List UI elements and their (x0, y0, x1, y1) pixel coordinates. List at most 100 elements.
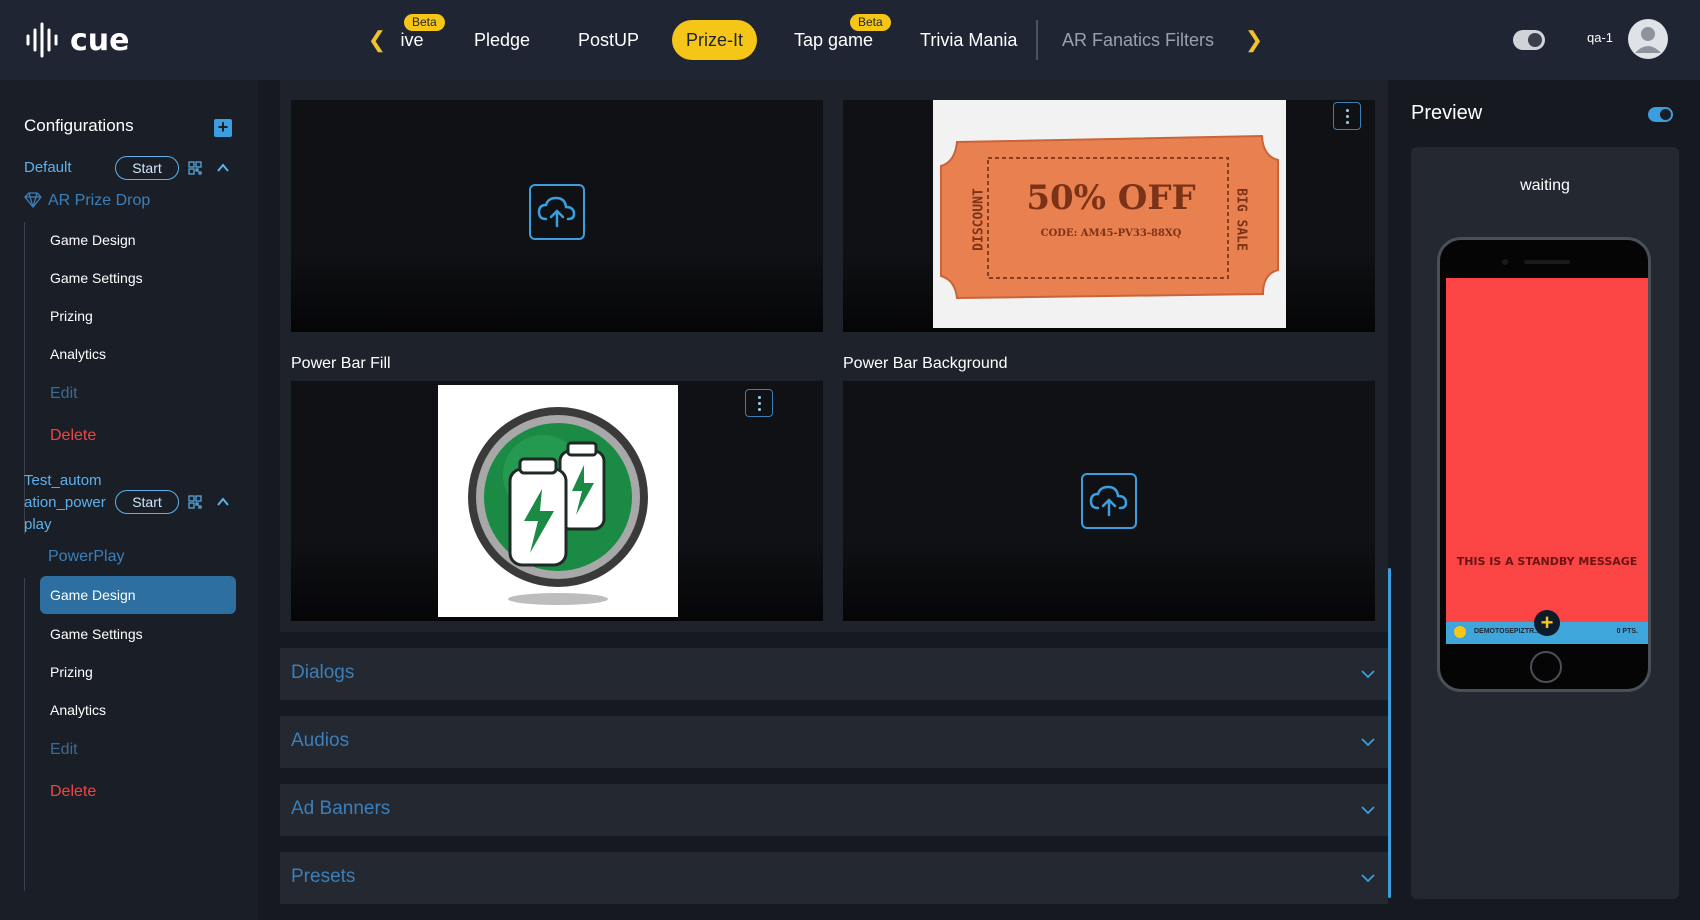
plus-icon: + (1534, 610, 1560, 636)
user-name: qa-1 (1587, 30, 1614, 45)
phone-screen: THIS IS A STANDBY MESSAGE DEMOTOSEPIZTR.… (1446, 278, 1648, 644)
accordion-label: Presets (291, 866, 356, 887)
sidebar-item-game-design-selected[interactable]: Game Design (40, 576, 236, 614)
preview-toggle[interactable] (1648, 107, 1673, 122)
coupon-headline: 50% OFF (1026, 178, 1196, 218)
image-upload-card[interactable] (291, 100, 823, 332)
field-label-power-bar-background: Power Bar Background (843, 355, 1008, 372)
nav-divider (1036, 20, 1038, 60)
beta-badge: Beta (404, 14, 445, 31)
sidebar-item-game-design[interactable]: Game Design (50, 232, 136, 248)
qr-code-icon[interactable] (188, 161, 202, 175)
accordion-label: Dialogs (291, 662, 355, 683)
config-name-line: ation_power (24, 494, 106, 511)
sidebar-item-delete[interactable]: Delete (50, 427, 96, 445)
battery-energy-graphic (468, 407, 648, 605)
phone-home-button (1530, 651, 1562, 683)
sidebar-item-edit[interactable]: Edit (50, 741, 78, 759)
sidebar-item-game-settings[interactable]: Game Settings (50, 270, 143, 286)
tab-tap-game[interactable]: Tap game Beta (794, 14, 891, 60)
upload-button[interactable] (529, 184, 585, 240)
phone-speaker (1524, 260, 1570, 264)
preview-status: waiting (1520, 177, 1570, 194)
sidebar-item-delete[interactable]: Delete (50, 783, 96, 801)
theme-toggle[interactable] (1513, 30, 1545, 50)
configurations-title: Configurations (24, 116, 134, 135)
chevron-up-icon[interactable] (216, 495, 230, 509)
start-button[interactable]: Start (115, 490, 179, 514)
accordion-presets[interactable]: Presets (280, 852, 1388, 904)
card-gradient (291, 252, 823, 332)
qr-code-icon[interactable] (188, 495, 202, 509)
tab-ar-fanatics-filters[interactable]: AR Fanatics Filters (1062, 20, 1214, 60)
add-configuration-button[interactable]: + (214, 118, 232, 137)
config-name-line: Test_autom (24, 472, 102, 489)
power-bar-fill-image (438, 385, 678, 617)
start-button[interactable]: Start (115, 156, 179, 180)
logo-text: cue (70, 22, 130, 58)
tab-postup[interactable]: PostUP (578, 20, 639, 60)
tab-pledge[interactable]: Pledge (474, 20, 530, 60)
nav-prev-arrow-icon[interactable]: ❮ (365, 24, 389, 56)
tab-trivia-mania[interactable]: Trivia Mania (920, 20, 1017, 60)
cue-logo[interactable]: cue (24, 22, 130, 58)
coupon-image: 50% OFF CODE: AM45-PV33-88XQ DISCOUNT BI… (933, 100, 1286, 328)
phone-camera (1502, 259, 1508, 265)
card-gradient (843, 541, 1375, 621)
chevron-down-icon (1361, 806, 1375, 815)
chevron-down-icon (1361, 738, 1375, 747)
sidebar-item-edit[interactable]: Edit (50, 385, 78, 403)
avatar[interactable] (1628, 19, 1668, 59)
config-name-line: play (24, 516, 52, 533)
tab-label: Tap game (794, 30, 874, 50)
accordion-label: Ad Banners (291, 798, 391, 819)
tab-label: ive (400, 30, 424, 50)
beta-badge: Beta (850, 14, 891, 31)
cloud-upload-icon (1089, 485, 1128, 517)
chevron-up-icon[interactable] (216, 161, 230, 175)
chevron-down-icon (1361, 670, 1375, 679)
accordion-audios[interactable]: Audios (280, 716, 1388, 768)
preview-panel: waiting THIS IS A STANDBY MESSAGE DEMOTO… (1411, 147, 1679, 899)
nav-next-arrow-icon[interactable]: ❯ (1242, 24, 1266, 56)
power-bar-fill-card[interactable] (291, 381, 823, 621)
accordion-dialogs[interactable]: Dialogs (280, 648, 1388, 700)
game-type-ar-prize-drop: AR Prize Drop (48, 192, 151, 209)
sidebar-item-prizing[interactable]: Prizing (50, 308, 93, 324)
standby-message: THIS IS A STANDBY MESSAGE (1456, 555, 1638, 568)
upload-button[interactable] (1081, 473, 1137, 529)
configurations-sidebar: Configurations + Default Start AR Prize … (0, 80, 258, 920)
phone-points: 0 PTS. (1616, 628, 1638, 635)
config-name-default[interactable]: Default (24, 157, 72, 179)
preview-title: Preview (1411, 102, 1483, 124)
phone-mockup: THIS IS A STANDBY MESSAGE DEMOTOSEPIZTR.… (1437, 237, 1651, 692)
config-name-test-automation-powerplay[interactable]: Test_autom ation_power play (24, 470, 106, 536)
main-scrollbar[interactable] (1388, 568, 1391, 898)
image-upload-card[interactable]: 50% OFF CODE: AM45-PV33-88XQ DISCOUNT BI… (843, 100, 1375, 332)
power-bar-background-card[interactable] (843, 381, 1375, 621)
sidebar-item-analytics[interactable]: Analytics (50, 702, 106, 718)
sidebar-item-prizing[interactable]: Prizing (50, 664, 93, 680)
phone-user-label: DEMOTOSEPIZTR... (1474, 628, 1540, 635)
user-icon (1635, 27, 1661, 53)
diamond-icon (24, 192, 42, 208)
accordion-ad-banners[interactable]: Ad Banners (280, 784, 1388, 836)
game-design-main: 50% OFF CODE: AM45-PV33-88XQ DISCOUNT BI… (280, 80, 1388, 920)
coin-icon (1454, 626, 1466, 638)
soundwave-logo-icon (26, 22, 58, 58)
coupon-right-text: BIG SALE (1233, 188, 1249, 251)
sidebar-item-analytics[interactable]: Analytics (50, 346, 106, 362)
phone-footer-bar: DEMOTOSEPIZTR... 0 PTS. + (1446, 610, 1648, 644)
more-options-icon[interactable] (745, 389, 773, 417)
field-label-power-bar-fill: Power Bar Fill (291, 355, 391, 372)
game-type-powerplay: PowerPlay (48, 548, 125, 565)
tab-prize-it[interactable]: Prize-It (672, 20, 758, 60)
sidebar-item-game-settings[interactable]: Game Settings (50, 626, 143, 642)
chevron-down-icon (1361, 874, 1375, 883)
top-navigation-bar: cue ❮ ive Beta Pledge PostUP Prize-It Ta… (0, 0, 1700, 80)
tab-ive[interactable]: ive Beta (400, 14, 445, 60)
accordion-label: Audios (291, 730, 350, 751)
coupon-code: CODE: AM45-PV33-88XQ (1040, 228, 1182, 239)
more-options-icon[interactable] (1333, 102, 1361, 130)
coupon-left-text: DISCOUNT (971, 188, 987, 251)
